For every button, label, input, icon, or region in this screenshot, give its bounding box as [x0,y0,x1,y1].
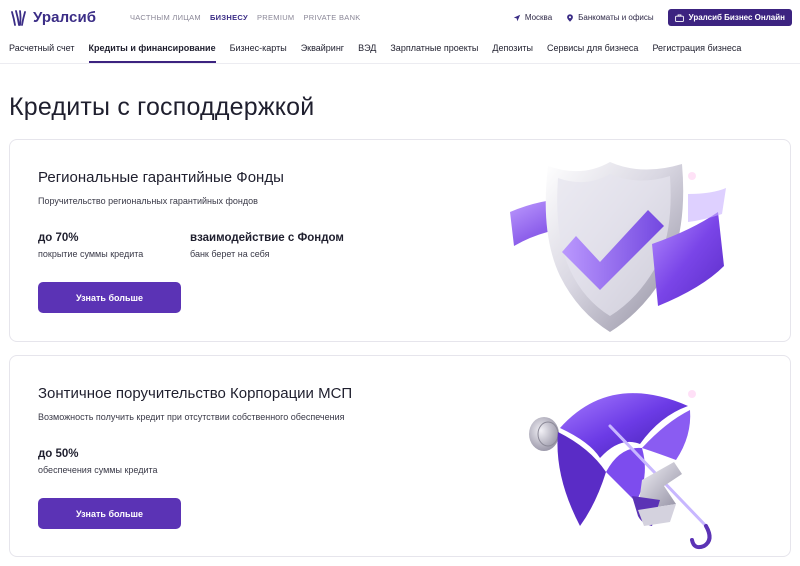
nav-item-deposits[interactable]: Депозиты [492,43,533,63]
logo[interactable]: Уралсиб [10,9,96,26]
stat-coverage: до 70% покрытие суммы кредита [38,232,143,259]
nav-item-salary[interactable]: Зарплатные проекты [390,43,478,63]
card-title: Региональные гарантийные Фонды [38,169,284,186]
logo-text: Уралсиб [33,9,97,26]
nav-item-credits[interactable]: Кредиты и финансирование [88,43,216,63]
briefcase-icon [674,13,684,22]
location-arrow-icon [513,14,521,21]
nav-item-acquiring[interactable]: Эквайринг [301,43,344,63]
card-title: Зонтичное поручительство Корпорации МСП [38,385,353,402]
card-description: Поручительство региональных гарантийных … [38,196,258,206]
utility-links: Москва Банкоматы и офисы Уралсиб Бизнес … [513,9,792,26]
segment-private-bank[interactable]: PRIVATE BANK [304,13,361,22]
stat-value: взаимодействие с Фондом [190,232,344,244]
nav-item-cards[interactable]: Бизнес-карты [230,43,287,63]
stat-interaction: взаимодействие с Фондом банк берет на се… [190,232,344,259]
logo-icon [11,9,26,26]
learn-more-button[interactable]: Узнать больше [38,498,181,529]
nav-item-ved[interactable]: ВЭД [358,43,376,63]
business-online-button[interactable]: Уралсиб Бизнес Онлайн [667,9,792,26]
offices-label: Банкоматы и офисы [578,13,654,22]
page-title: Кредиты с господдержкой [9,93,315,121]
segment-premium[interactable]: PREMIUM [257,13,295,22]
stat-label: обеспечения суммы кредита [38,465,158,475]
nav-item-account[interactable]: Расчетный счет [9,43,75,63]
stat-label: покрытие суммы кредита [38,249,144,259]
shield-check-illustration [510,162,726,332]
product-card-guarantee-funds: Региональные гарантийные Фонды Поручител… [9,139,791,342]
nav-item-services[interactable]: Сервисы для бизнеса [547,43,638,63]
segment-switcher: ЧАСТНЫМ ЛИЦАМ БИЗНЕСУ PREMIUM PRIVATE BA… [130,13,361,22]
stat-value: до 70% [38,232,79,244]
city-label: Москва [524,13,553,22]
stat-label: банк берет на себя [190,249,270,259]
main-nav: Расчетный счет Кредиты и финансирование … [9,43,741,63]
umbrella-illustration [529,390,712,550]
segment-private[interactable]: ЧАСТНЫМ ЛИЦАМ [130,13,201,22]
offices-link[interactable]: Банкоматы и офисы [566,13,654,22]
card-description: Возможность получить кредит при отсутств… [38,412,345,422]
nav-item-registration[interactable]: Регистрация бизнеса [652,43,741,63]
segment-business[interactable]: БИЗНЕСУ [210,13,248,22]
stat-coverage: до 50% обеспечения суммы кредита [38,448,158,475]
stat-value: до 50% [38,448,79,460]
top-bar: Уралсиб ЧАСТНЫМ ЛИЦАМ БИЗНЕСУ PREMIUM PR… [0,0,800,34]
nav-divider [0,63,800,64]
map-marker-icon [567,13,574,22]
business-online-label: Уралсиб Бизнес Онлайн [688,13,785,22]
product-card-msp-guarantee: Зонтичное поручительство Корпорации МСП … [9,355,791,557]
city-selector[interactable]: Москва [513,13,552,22]
learn-more-button[interactable]: Узнать больше [38,282,181,313]
